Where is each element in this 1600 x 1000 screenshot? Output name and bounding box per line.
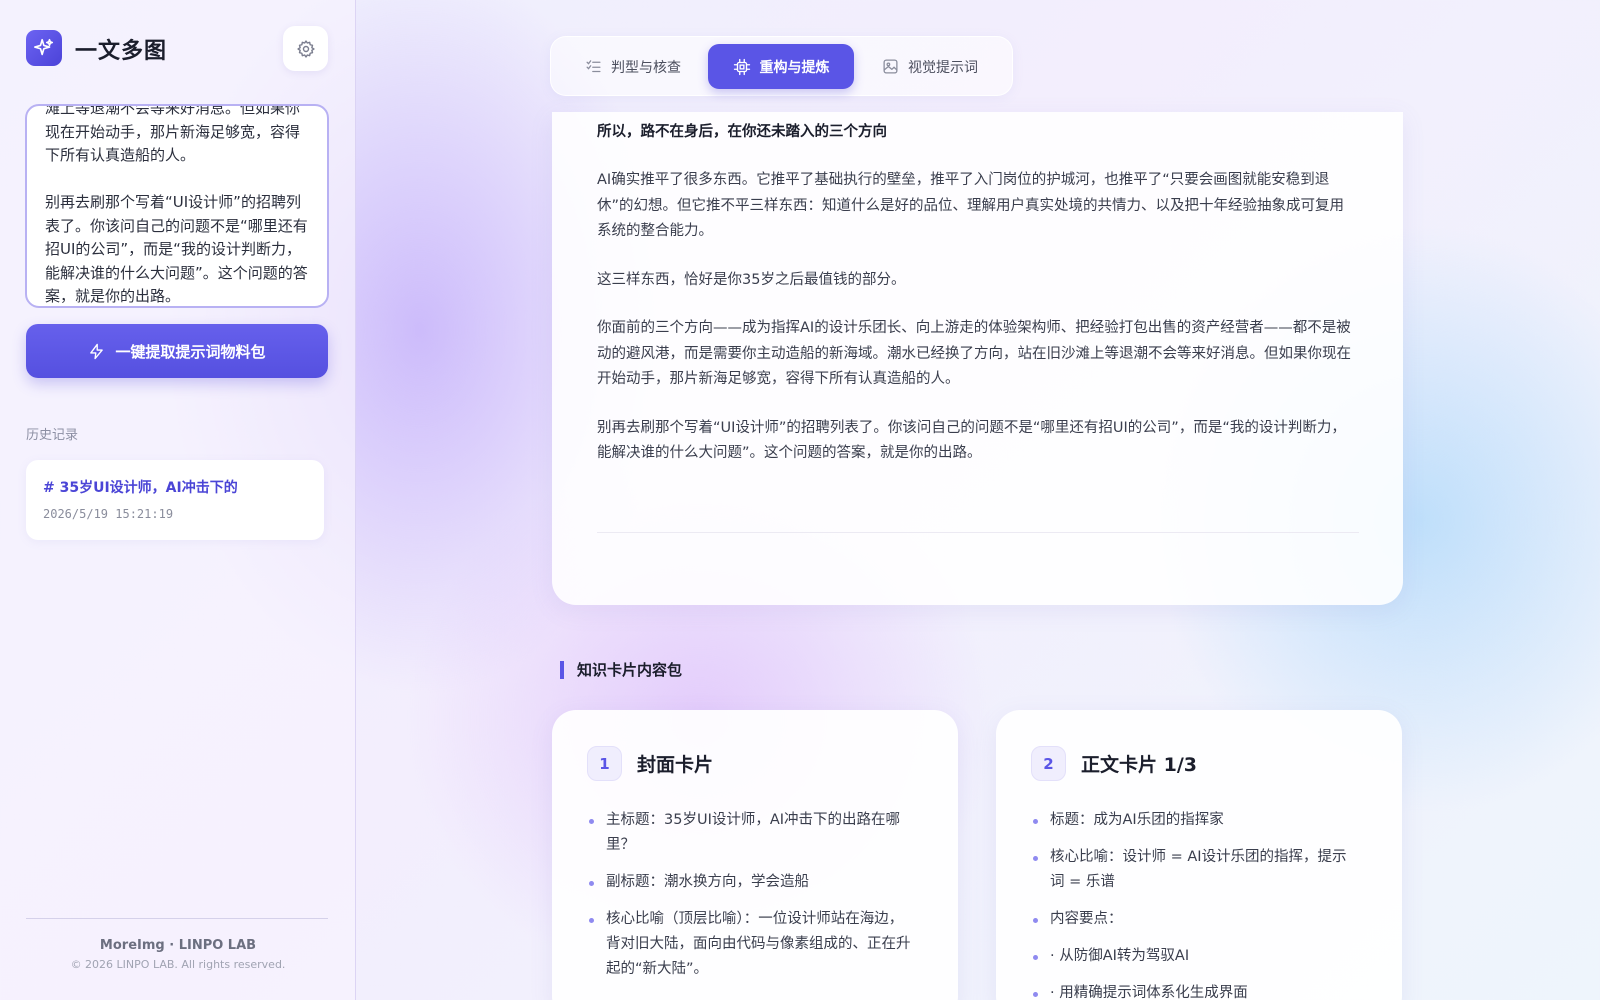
source-text-input[interactable]: 滩上等退潮不会等来好消息。但如果你现在开始动手，那片新海足够宽，容得下所有认真造… [25,104,329,308]
checklist-icon [586,60,601,73]
card-title: 正文卡片 1/3 [1081,754,1197,776]
step-tabs: 判型与核查 重构与提炼 视觉提示词 [550,36,1013,96]
card-bullet: 核心比喻：设计师 = AI设计乐团的指挥，提示词 = 乐谱 [1031,845,1361,895]
tab-label: 重构与提炼 [759,59,830,76]
extract-button-label: 一键提取提示词物料包 [115,343,266,361]
card-number-badge: 2 [1031,746,1066,781]
card-bullet: · 用精确提示词体系化生成界面 [1031,981,1361,1000]
tab-restructure-refine[interactable]: 重构与提炼 [708,44,854,89]
article-heading: 所以，路不在身后，在你还未踏入的三个方向 [597,124,887,140]
tab-label: 视觉提示词 [908,59,978,76]
tab-classify-check[interactable]: 判型与核查 [566,44,700,89]
lightning-icon [90,343,104,359]
card-bullet: · 从防御AI转为驾驭AI [1031,944,1361,969]
history-item[interactable]: # 35岁UI设计师，AI冲击下的 2026/5/19 15:21:19 [26,460,324,540]
history-heading: 历史记录 [26,428,79,443]
tab-visual-prompts[interactable]: 视觉提示词 [863,44,997,89]
card-bullet: 主标题：35岁UI设计师，AI冲击下的出路在哪里？ [587,808,917,858]
card-bullet: 副标题：潮水换方向，学会造船 [587,870,917,895]
card-bullet: 标题：成为AI乐团的指挥家 [1031,808,1361,833]
source-text-content: 滩上等退潮不会等来好消息。但如果你现在开始动手，那片新海足够宽，容得下所有认真造… [45,104,308,305]
app-logo [26,30,62,66]
card-number-badge: 1 [587,746,622,781]
settings-button[interactable] [283,26,328,71]
refined-article-panel: 所以，路不在身后，在你还未踏入的三个方向 AI确实推平了很多东西。它推平了基础执… [552,112,1403,605]
history-item-time: 2026/5/19 15:21:19 [43,507,174,521]
card-bullet: 核心比喻（顶层比喻）：一位设计师站在海边，背对旧大陆，面向由代码与像素组成的、正… [587,907,917,982]
knowledge-card-cover: 1 封面卡片 主标题：35岁UI设计师，AI冲击下的出路在哪里？ 副标题：潮水换… [552,710,958,1000]
tab-label: 判型与核查 [611,59,681,76]
cpu-icon [733,58,750,75]
card-bullet-list: 主标题：35岁UI设计师，AI冲击下的出路在哪里？ 副标题：潮水换方向，学会造船… [587,808,917,994]
sidebar: 一文多图 滩上等退潮不会等来好消息。但如果你现在开始动手，那片新海足够宽，容得下… [0,0,356,1000]
article-divider [597,532,1359,533]
article-paragraph: 你面前的三个方向——成为指挥AI的设计乐团长、向上游走的体验架构师、把经验打包出… [597,320,1351,387]
article-paragraph: 别再去刷那个写着“UI设计师”的招聘列表了。你该问自己的问题不是“哪里还有招UI… [597,419,1346,462]
card-bullet: 内容要点： [1031,907,1361,932]
image-icon [883,59,898,74]
knowledge-card-body-1: 2 正文卡片 1/3 标题：成为AI乐团的指挥家 核心比喻：设计师 = AI设计… [996,710,1402,1000]
sidebar-divider [26,918,328,919]
section-title: 知识卡片内容包 [560,661,682,679]
card-title: 封面卡片 [637,754,714,776]
card-bullet-list: 标题：成为AI乐团的指挥家 核心比喻：设计师 = AI设计乐团的指挥，提示词 =… [1031,808,1361,1000]
history-item-title: # 35岁UI设计师，AI冲击下的 [43,480,238,496]
article-paragraph: AI确实推平了很多东西。它推平了基础执行的壁垒，推平了入门岗位的护城河，也推平了… [597,172,1345,239]
app-title: 一文多图 [75,39,168,64]
footer-copyright: © 2026 LINPO LAB. All rights reserved. [70,958,286,971]
extract-prompt-pack-button[interactable]: 一键提取提示词物料包 [26,324,328,378]
article-paragraph: 这三样东西，恰好是你35岁之后最值钱的部分。 [597,271,906,288]
sparkle-icon [34,38,54,56]
gear-icon [296,39,315,58]
footer-brand: MoreImg · LINPO LAB [99,938,257,953]
